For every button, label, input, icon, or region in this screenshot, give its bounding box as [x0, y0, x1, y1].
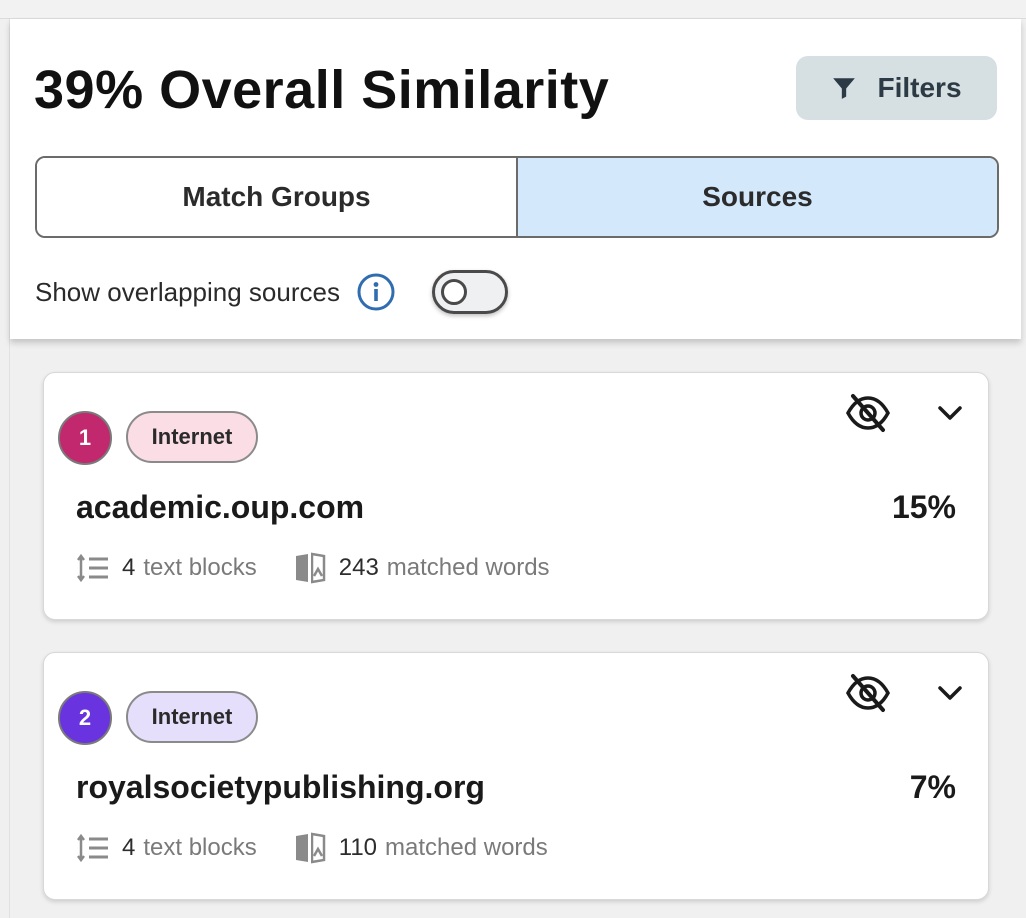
chevron-down-icon[interactable] [934, 677, 966, 709]
source-card[interactable]: 1 Internet academic.oup.com 15% 4 text b… [43, 372, 989, 620]
matched-words-label: matched words [386, 554, 550, 581]
source-number-badge: 2 [58, 691, 112, 745]
left-edge [0, 19, 9, 918]
text-blocks-icon [77, 833, 108, 863]
matched-words-icon [295, 552, 325, 584]
filters-button[interactable]: Filters [796, 56, 997, 120]
matched-words-label: matched words [385, 834, 548, 861]
matched-words-count: 110 [338, 834, 378, 861]
similarity-panel: 39% Overall Similarity Filters Match Gro… [9, 19, 1026, 918]
text-blocks-stat: 4 text blocks [76, 551, 257, 585]
eye-off-icon[interactable] [844, 671, 892, 715]
text-blocks-label: text blocks [143, 834, 257, 861]
panel-header: 39% Overall Similarity Filters Match Gro… [10, 19, 1021, 339]
matched-words-icon [295, 832, 325, 864]
matched-words-count: 243 [338, 554, 379, 581]
tab-sources[interactable]: Sources [518, 158, 997, 236]
overlap-row: Show overlapping sources [35, 267, 508, 317]
source-type-pill: Internet [126, 691, 258, 743]
matched-words-stat: 110 matched words [293, 831, 548, 865]
toggle-knob [440, 279, 467, 305]
info-icon[interactable] [356, 272, 396, 312]
matched-words-stat: 243 matched words [293, 551, 550, 585]
tab-match-groups[interactable]: Match Groups [37, 158, 518, 236]
filters-label: Filters [877, 72, 962, 103]
source-percent: 15% [891, 489, 956, 525]
chevron-down-icon[interactable] [934, 397, 966, 429]
text-blocks-stat: 4 text blocks [76, 831, 257, 865]
overlap-label: Show overlapping sources [35, 276, 340, 307]
source-stats: 4 text blocks 110 matched words [76, 831, 548, 865]
source-type-pill: Internet [126, 411, 258, 463]
text-blocks-label: text blocks [143, 554, 257, 581]
text-blocks-icon [77, 553, 108, 583]
view-tabs: Match Groups Sources [35, 156, 999, 238]
overlap-toggle[interactable] [431, 270, 508, 314]
source-percent: 7% [909, 769, 956, 805]
text-blocks-count: 4 [122, 834, 136, 861]
source-name[interactable]: academic.oup.com [76, 489, 364, 526]
text-blocks-count: 4 [122, 554, 136, 581]
source-number-badge: 1 [58, 411, 112, 465]
eye-off-icon[interactable] [844, 391, 892, 435]
source-name[interactable]: royalsocietypublishing.org [76, 769, 485, 806]
top-edge [0, 0, 1026, 19]
source-stats: 4 text blocks 243 matched words [76, 551, 550, 585]
page-title: 39% Overall Similarity [34, 60, 610, 120]
source-card[interactable]: 2 Internet royalsocietypublishing.org 7% [43, 652, 989, 900]
filter-icon [833, 78, 856, 99]
